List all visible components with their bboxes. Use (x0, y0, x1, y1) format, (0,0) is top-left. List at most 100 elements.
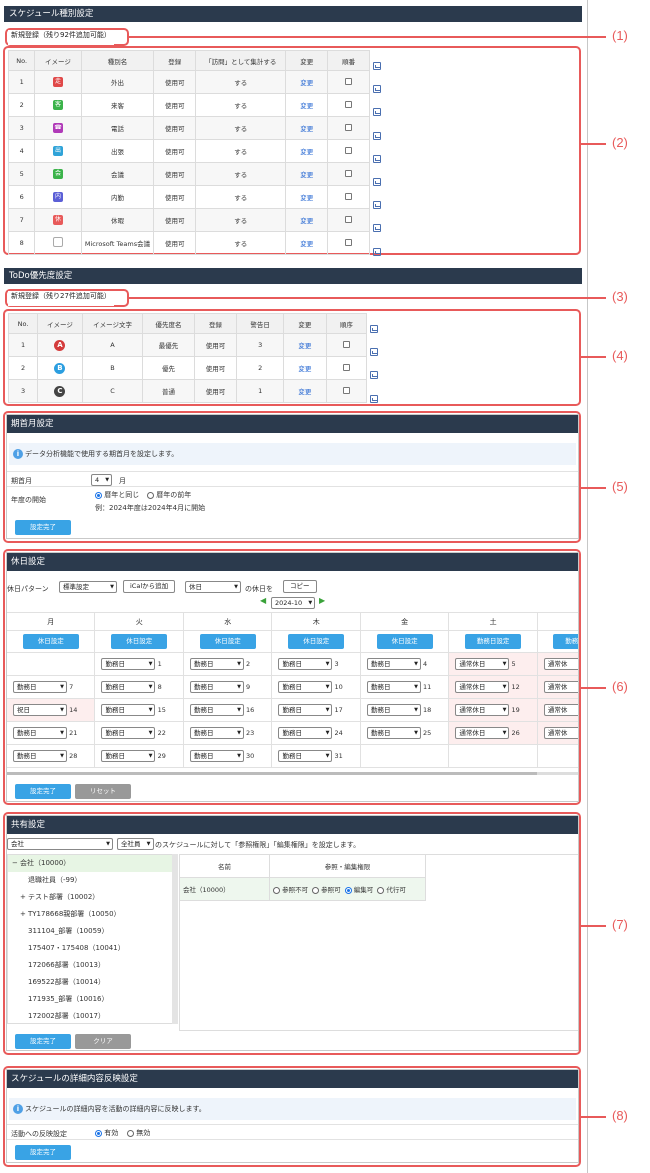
reflect-off[interactable]: 無効 (127, 1128, 150, 1138)
org-tree-item[interactable]: 172002部署（10017） (8, 1008, 176, 1025)
type-order-checkbox[interactable] (345, 238, 353, 246)
todo-edit-link[interactable]: 変更 (298, 365, 311, 373)
day-type-dropdown[interactable]: 勤務日 (189, 704, 244, 716)
day-type-dropdown[interactable]: 勤務日 (101, 658, 156, 670)
reflect-save-button[interactable]: 設定完了 (15, 1145, 71, 1160)
sort-icon[interactable] (373, 178, 381, 186)
todo-order-checkbox[interactable] (342, 340, 350, 348)
day-type-dropdown[interactable]: 勤務日 (101, 681, 156, 693)
day-type-dropdown[interactable]: 通常休 (543, 704, 578, 716)
day-type-dropdown[interactable]: 通常休日 (455, 704, 510, 716)
type-edit-link[interactable]: 変更 (300, 240, 313, 248)
day-type-dropdown[interactable]: 勤務日 (278, 681, 333, 693)
reflect-on[interactable]: 有効 (95, 1128, 118, 1138)
fiscal-save-button[interactable]: 設定完了 (15, 520, 71, 535)
day-type-select[interactable]: 休日 (185, 581, 241, 593)
sort-icon[interactable] (370, 348, 378, 357)
day-type-dropdown[interactable]: 勤務日 (189, 750, 244, 762)
set-holiday-button[interactable]: 休日設定 (199, 634, 256, 649)
type-order-checkbox[interactable] (345, 123, 353, 131)
sort-icon[interactable] (373, 85, 381, 94)
day-type-dropdown[interactable]: 勤務日 (278, 704, 333, 716)
fiscal-opt-same[interactable]: 暦年と同じ (95, 490, 139, 500)
prev-month-icon[interactable]: ◀ (260, 596, 266, 605)
org-tree-item[interactable]: − 会社（10000） (8, 855, 176, 872)
set-holiday-button[interactable]: 休日設定 (22, 634, 79, 649)
type-order-checkbox[interactable] (345, 146, 353, 154)
day-type-dropdown[interactable]: 勤務日 (101, 750, 156, 762)
todo-order-checkbox[interactable] (342, 363, 350, 371)
sort-icon[interactable] (373, 224, 381, 233)
type-edit-link[interactable]: 変更 (300, 102, 313, 110)
month-select[interactable]: 2024-10 (271, 597, 316, 609)
type-edit-link[interactable]: 変更 (300, 217, 313, 225)
day-type-dropdown[interactable]: 勤務日 (189, 681, 244, 693)
perm-radio[interactable] (312, 886, 320, 894)
next-month-icon[interactable]: ▶ (319, 596, 325, 605)
todo-order-checkbox[interactable] (342, 386, 350, 394)
sort-icon[interactable] (370, 371, 378, 380)
day-type-dropdown[interactable]: 通常休 (543, 727, 578, 739)
radio-prev-year[interactable] (147, 491, 154, 499)
day-type-dropdown[interactable]: 勤務日 (278, 658, 333, 670)
org-tree-item[interactable]: + TY178668親部署（10050） (8, 906, 176, 923)
sort-icon[interactable] (373, 62, 381, 70)
type-edit-link[interactable]: 変更 (300, 148, 313, 156)
set-holiday-button[interactable]: 休日設定 (288, 634, 345, 649)
set-workday-button[interactable]: 勤務日設定 (465, 634, 522, 649)
copy-button[interactable]: コピー (283, 580, 317, 593)
day-type-dropdown[interactable]: 勤務日 (101, 727, 156, 739)
pattern-select[interactable]: 標準設定 (59, 581, 117, 593)
perm-radio[interactable] (273, 886, 280, 894)
fiscal-month-select[interactable]: 4 (91, 474, 113, 486)
type-order-checkbox[interactable] (345, 215, 353, 223)
new-type-button[interactable]: 新規登録（残り92件追加可能） (8, 30, 114, 45)
org-tree-item[interactable]: 175407・175408（10041） (8, 940, 176, 957)
day-type-dropdown[interactable]: 勤務日 (13, 681, 67, 693)
set-holiday-button[interactable]: 休日設定 (376, 634, 433, 649)
day-type-dropdown[interactable]: 通常休 (543, 681, 578, 693)
perm-option[interactable]: 代行可 (377, 886, 406, 894)
day-type-dropdown[interactable]: 勤務日 (13, 727, 67, 739)
expand-icon[interactable]: + (20, 906, 28, 923)
day-type-dropdown[interactable]: 通常休 (543, 658, 578, 670)
share-scope-select[interactable]: 会社 (7, 838, 113, 850)
day-type-dropdown[interactable]: 勤務日 (189, 727, 244, 739)
set-holiday-button[interactable]: 休日設定 (111, 634, 168, 649)
day-type-dropdown[interactable]: 勤務日 (366, 704, 421, 716)
todo-edit-link[interactable]: 変更 (298, 388, 311, 396)
perm-option[interactable]: 参照可 (312, 886, 341, 894)
org-tree-item[interactable]: 169522部署（10014） (8, 974, 176, 991)
day-type-dropdown[interactable]: 勤務日 (366, 727, 421, 739)
set-workday-button[interactable]: 勤務日設定 (553, 634, 578, 649)
perm-option[interactable]: 編集可 (344, 886, 373, 894)
day-type-dropdown[interactable]: 祝日 (13, 704, 67, 716)
org-tree-item[interactable]: 退職社員（-99） (8, 872, 176, 889)
day-type-dropdown[interactable]: 勤務日 (189, 658, 244, 670)
holiday-reset-button[interactable]: リセット (75, 784, 131, 799)
radio-off[interactable] (127, 1129, 134, 1137)
tree-scrollbar[interactable] (172, 854, 178, 1024)
type-order-checkbox[interactable] (345, 169, 353, 177)
sort-icon[interactable] (373, 108, 381, 117)
day-type-dropdown[interactable]: 勤務日 (366, 658, 421, 670)
day-type-dropdown[interactable]: 勤務日 (366, 681, 421, 693)
day-type-dropdown[interactable]: 勤務日 (278, 750, 333, 762)
sort-icon[interactable] (373, 247, 381, 256)
calendar-scrollbar[interactable] (7, 772, 578, 775)
day-type-dropdown[interactable]: 通常休日 (455, 658, 510, 670)
share-who-select[interactable]: 全社員 (117, 838, 154, 850)
todo-edit-link[interactable]: 変更 (298, 342, 311, 350)
type-edit-link[interactable]: 変更 (300, 194, 313, 202)
radio-on[interactable] (95, 1129, 102, 1137)
type-order-checkbox[interactable] (345, 77, 353, 85)
sort-icon[interactable] (373, 154, 381, 163)
ical-add-button[interactable]: iCalから追加 (123, 580, 176, 593)
org-tree-item[interactable]: 172066部署（10013） (8, 957, 176, 974)
day-type-dropdown[interactable]: 勤務日 (13, 750, 67, 762)
sort-icon[interactable] (373, 201, 381, 210)
sort-icon[interactable] (373, 131, 381, 140)
radio-same-year[interactable] (95, 491, 102, 499)
day-type-dropdown[interactable]: 通常休日 (455, 681, 510, 693)
expand-icon[interactable]: + (20, 889, 28, 906)
